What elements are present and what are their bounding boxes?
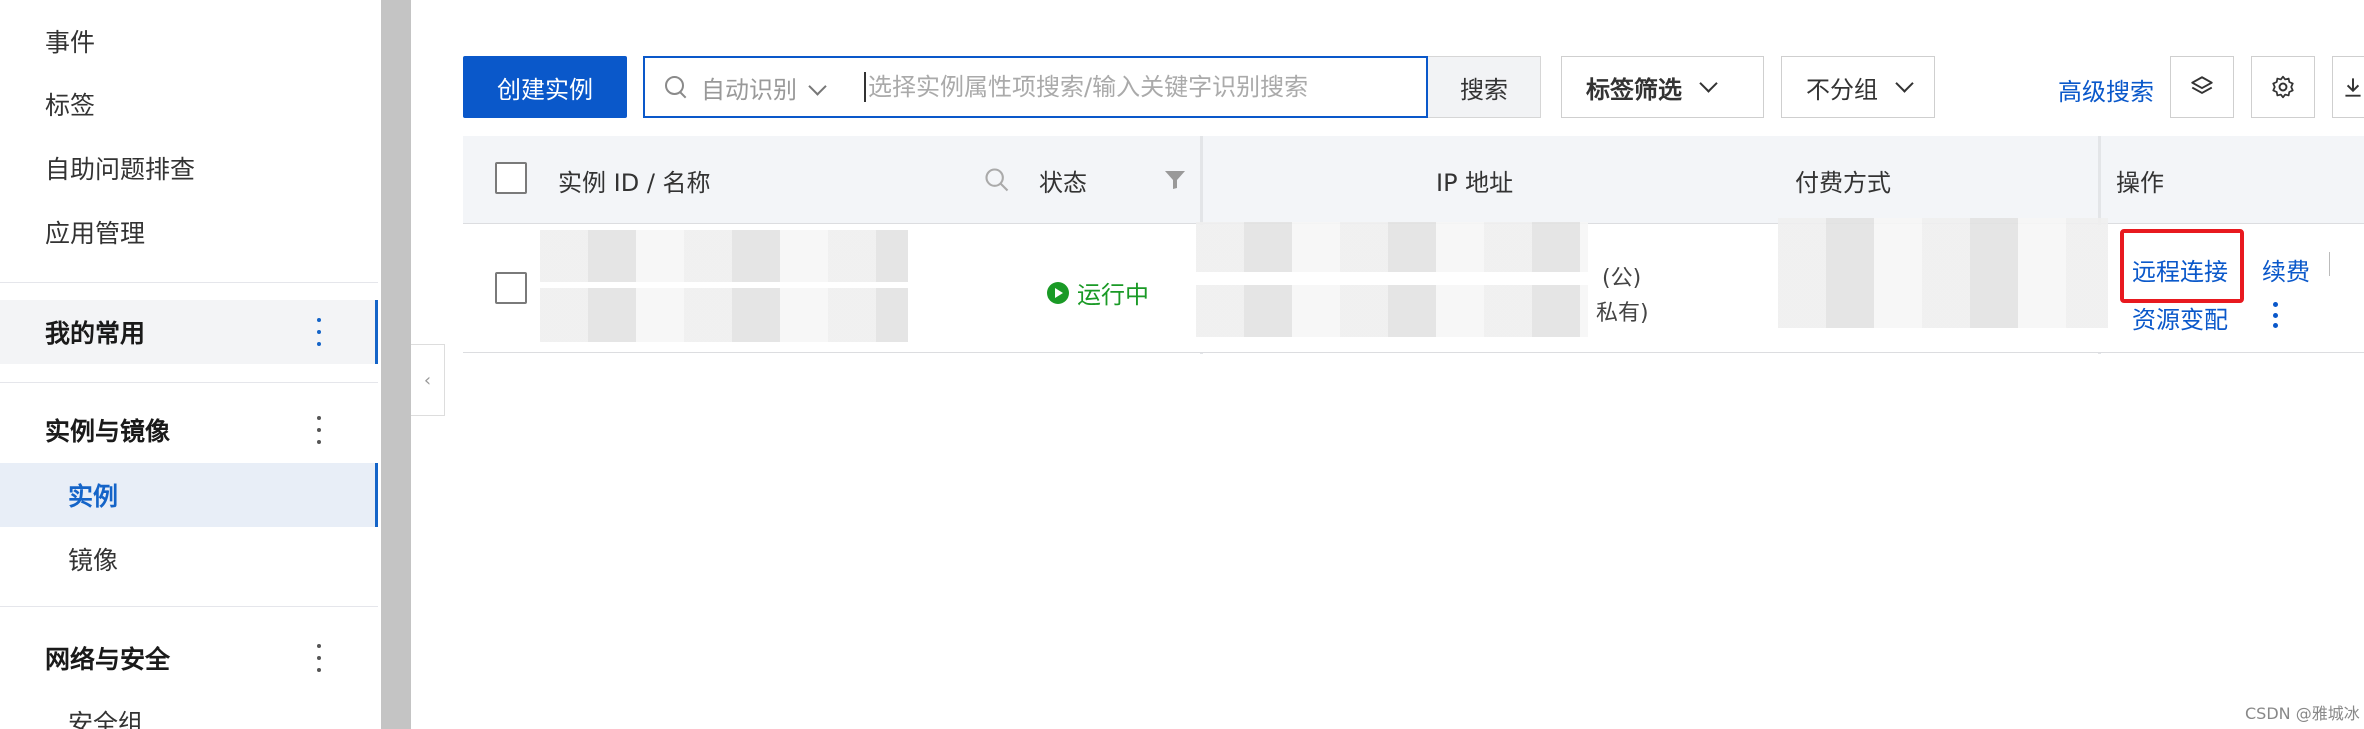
chevron-down-icon (1895, 73, 1914, 93)
search-box[interactable]: 自动识别 (643, 56, 1428, 118)
column-header-billing: 付费方式 (1795, 168, 1891, 197)
ip-private-suffix: 私有) (1596, 301, 1649, 326)
search-mode-label: 自动识别 (701, 75, 797, 104)
chevron-left-icon: ‹ (423, 369, 432, 391)
layers-icon (2191, 76, 2213, 94)
collapse-sidebar-button[interactable]: ‹ (411, 344, 445, 416)
sidebar-scrollbar[interactable] (381, 0, 411, 729)
advanced-search-link[interactable]: 高级搜索 (2058, 72, 2154, 107)
group-label: 不分组 (1806, 75, 1878, 104)
sidebar-item-self-troubleshoot[interactable]: 自助问题排查 (45, 157, 195, 182)
column-header-ip-address: IP 地址 (1436, 168, 1514, 197)
search-button[interactable]: 搜索 (1428, 56, 1541, 118)
settings-button[interactable] (2251, 56, 2315, 118)
sidebar-group-label: 实例与镜像 (45, 417, 171, 446)
chevron-down-icon (808, 77, 827, 96)
ip-public-suffix: (公) (1602, 266, 1642, 291)
download-icon (2344, 78, 2361, 97)
gear-icon (2272, 75, 2294, 99)
remote-connect-link[interactable]: 远程连接 (2132, 252, 2228, 287)
search-mode-dropdown[interactable]: 自动识别 (701, 70, 827, 105)
sidebar-item-events[interactable]: 事件 (45, 30, 95, 55)
running-status-icon (1047, 281, 1069, 304)
more-icon[interactable] (313, 644, 325, 672)
download-button[interactable] (2332, 56, 2364, 118)
filter-icon[interactable] (1163, 168, 1187, 192)
redacted-public-ip (1196, 222, 1588, 272)
create-instance-button[interactable]: 创建实例 (463, 56, 627, 118)
sidebar-item-app-management[interactable]: 应用管理 (45, 221, 145, 246)
group-dropdown[interactable]: 不分组 (1781, 56, 1935, 118)
sidebar-group-label: 我的常用 (45, 319, 146, 348)
sidebar-item-tags[interactable]: 标签 (45, 93, 95, 118)
chevron-down-icon (1699, 73, 1718, 93)
layers-button[interactable] (2170, 56, 2234, 118)
table-header: 实例 ID / 名称 状态 IP 地址 付费方式 操作 (463, 136, 2364, 224)
more-actions-icon[interactable] (2271, 302, 2279, 328)
status-badge: 运行中 (1047, 275, 1149, 310)
action-separator (2329, 252, 2330, 276)
change-config-link[interactable]: 资源变配 (2132, 300, 2228, 335)
more-icon[interactable] (313, 416, 325, 444)
search-input[interactable] (864, 72, 1426, 102)
more-icon[interactable] (313, 318, 325, 346)
select-all-checkbox[interactable] (495, 162, 527, 194)
tag-filter-dropdown[interactable]: 标签筛选 (1561, 56, 1764, 118)
redacted-instance-name (540, 288, 908, 342)
row-checkbox[interactable] (495, 272, 527, 304)
column-header-status: 状态 (1039, 168, 1087, 197)
redacted-instance-id[interactable] (540, 230, 908, 282)
redacted-private-ip (1196, 285, 1588, 337)
search-icon[interactable] (983, 166, 1011, 194)
sidebar-divider (0, 382, 378, 383)
sidebar-item-instances[interactable]: 实例 (0, 463, 378, 527)
search-icon (663, 74, 689, 100)
sidebar-divider (0, 282, 378, 283)
watermark: CSDN @雅城冰 (2245, 704, 2360, 723)
column-header-instance-id: 实例 ID / 名称 (558, 168, 711, 197)
status-text: 运行中 (1077, 281, 1149, 309)
sidebar-group-network-security[interactable]: 网络与安全 (0, 626, 378, 690)
sidebar-divider (0, 606, 378, 607)
column-header-actions: 操作 (2116, 168, 2164, 197)
sidebar-group-label: 网络与安全 (45, 645, 171, 674)
sidebar-group-favorites[interactable]: 我的常用 (0, 300, 378, 364)
sidebar-item-images[interactable]: 镜像 (0, 527, 378, 591)
sidebar-group-instances-images[interactable]: 实例与镜像 (0, 398, 378, 462)
tag-filter-label: 标签筛选 (1586, 75, 1682, 104)
renew-link[interactable]: 续费 (2262, 252, 2310, 287)
redacted-billing (1778, 218, 2108, 328)
sidebar-item-security-groups[interactable]: 安全组 (0, 690, 378, 729)
sidebar: 事件 标签 自助问题排查 应用管理 我的常用 实例与镜像 实例 镜像 网络与安全… (0, 0, 381, 729)
